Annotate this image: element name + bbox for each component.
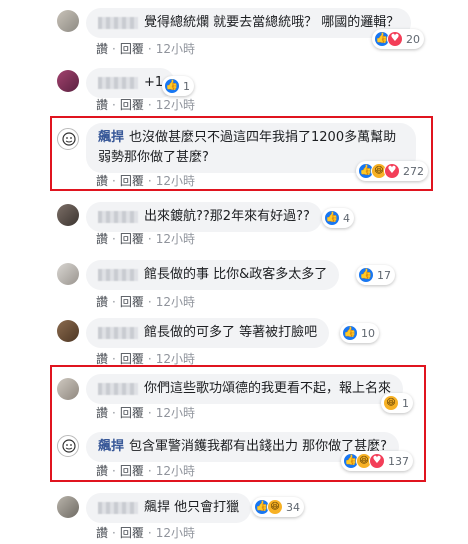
reply-link[interactable]: 回覆 [120,295,144,309]
reactions-badge[interactable]: 👍 ♥ 20 [372,29,424,49]
reactions-badge[interactable]: 😆 1 [381,393,413,413]
comment-actions: 讚 · 回覆 · 12小時 [96,42,195,56]
comment-bubble: 你們這些歌功頌德的我更看不起，報上名來 [86,374,404,404]
comment-text: 出來鍍航??那2年來有好過?? [144,209,310,224]
like-icon: 👍 [358,267,374,283]
commenter-name-blurred[interactable] [98,326,138,339]
avatar[interactable] [57,70,79,92]
haha-icon: 😆 [383,395,399,411]
comment-bubble: 出來鍍航??那2年來有好過?? [86,202,322,232]
comment-actions: 讚 · 回覆 · 12小時 [96,406,195,420]
like-link[interactable]: 讚 [96,98,108,112]
comment-bubble: 館長做的事 比你&政客多太多了 [86,260,340,290]
reply-link[interactable]: 回覆 [120,42,144,56]
comment-actions: 讚 · 回覆 · 12小時 [96,174,195,188]
comment-actions: 讚 · 回覆 · 12小時 [96,295,195,309]
comment-text: 館長做的事 比你&政客多太多了 [144,267,328,282]
reaction-count: 272 [403,164,424,178]
commenter-name-blurred[interactable] [98,16,138,29]
comment-actions: 讚 · 回覆 · 12小時 [96,232,195,246]
avatar[interactable] [57,10,79,32]
commenter-name-blurred[interactable] [98,76,138,89]
reaction-count: 10 [361,326,375,340]
love-icon: ♥ [384,163,400,179]
reactions-badge[interactable]: 👍 10 [340,323,379,343]
reply-link[interactable]: 回覆 [120,174,144,188]
like-link[interactable]: 讚 [96,42,108,56]
commenter-name-blurred[interactable] [98,501,138,514]
reaction-count: 20 [406,32,420,46]
timestamp[interactable]: 12小時 [156,406,195,420]
avatar[interactable] [57,496,79,518]
like-link[interactable]: 讚 [96,232,108,246]
reactions-badge[interactable]: 👍 😆 ♥ 137 [341,451,413,471]
avatar[interactable] [57,128,79,150]
reaction-count: 4 [343,211,350,225]
reaction-count: 137 [388,454,409,468]
comment-actions: 讚 · 回覆 · 12小時 [96,464,195,478]
like-icon: 👍 [164,78,180,94]
timestamp[interactable]: 12小時 [156,174,195,188]
timestamp[interactable]: 12小時 [156,42,195,56]
comment-bubble: 飆捍 他只會打獵 [86,493,252,523]
reply-link[interactable]: 回覆 [120,526,144,540]
comment-actions: 讚 · 回覆 · 12小時 [96,526,195,540]
reaction-count: 34 [286,500,300,514]
like-icon: 👍 [324,210,340,226]
comment-bubble: 館長做的可多了 等著被打臉吧 [86,318,330,348]
timestamp[interactable]: 12小時 [156,232,195,246]
commenter-name-blurred[interactable] [98,210,138,223]
reactions-badge[interactable]: 👍 😆 34 [252,497,304,517]
like-icon: 👍 [342,325,358,341]
reply-link[interactable]: 回覆 [120,232,144,246]
avatar[interactable] [57,263,79,285]
commenter-name-blurred[interactable] [98,268,138,281]
reactions-badge[interactable]: 👍 1 [162,76,194,96]
comment-text: +1 [144,75,164,90]
avatar[interactable] [57,204,79,226]
love-icon: ♥ [387,31,403,47]
reaction-count: 1 [183,79,190,93]
comment-text: 飆捍 他只會打獵 [144,500,240,515]
avatar[interactable] [57,435,79,457]
timestamp[interactable]: 12小時 [156,295,195,309]
comment-actions: 讚 · 回覆 · 12小時 [96,352,195,366]
comment-text: 你們這些歌功頌德的我更看不起，報上名來 [144,381,392,396]
comment-bubble: 覺得總統爛 就要去當總統哦？ 哪國的邏輯？ [86,8,412,38]
reply-link[interactable]: 回覆 [120,406,144,420]
reaction-count: 1 [402,396,409,410]
comment-text: 也沒做甚麼只不過這四年我捐了1200多萬幫助弱勢那你做了甚麼? [98,130,397,165]
reply-link[interactable]: 回覆 [120,352,144,366]
timestamp[interactable]: 12小時 [156,352,195,366]
avatar[interactable] [57,378,79,400]
avatar[interactable] [57,320,79,342]
comment-text: 覺得總統爛 就要去當總統哦？ 哪國的邏輯？ [144,15,400,30]
like-link[interactable]: 讚 [96,464,108,478]
timestamp[interactable]: 12小時 [156,464,195,478]
comment-text: 館長做的可多了 等著被打臉吧 [144,325,318,340]
haha-icon: 😆 [267,499,283,515]
like-link[interactable]: 讚 [96,295,108,309]
timestamp[interactable]: 12小時 [156,526,195,540]
love-icon: ♥ [369,453,385,469]
like-link[interactable]: 讚 [96,406,108,420]
like-link[interactable]: 讚 [96,526,108,540]
reply-link[interactable]: 回覆 [120,464,144,478]
reply-link[interactable]: 回覆 [120,98,144,112]
commenter-name[interactable]: 飆捍 [98,128,124,148]
reactions-badge[interactable]: 👍 😆 ♥ 272 [356,161,428,181]
comment-actions: 讚 · 回覆 · 12小時 [96,98,195,112]
like-link[interactable]: 讚 [96,174,108,188]
reactions-badge[interactable]: 👍 4 [322,208,354,228]
commenter-name[interactable]: 飆捍 [98,437,124,457]
reactions-badge[interactable]: 👍 17 [356,265,395,285]
reaction-count: 17 [377,268,391,282]
commenter-name-blurred[interactable] [98,382,138,395]
like-link[interactable]: 讚 [96,352,108,366]
timestamp[interactable]: 12小時 [156,98,195,112]
